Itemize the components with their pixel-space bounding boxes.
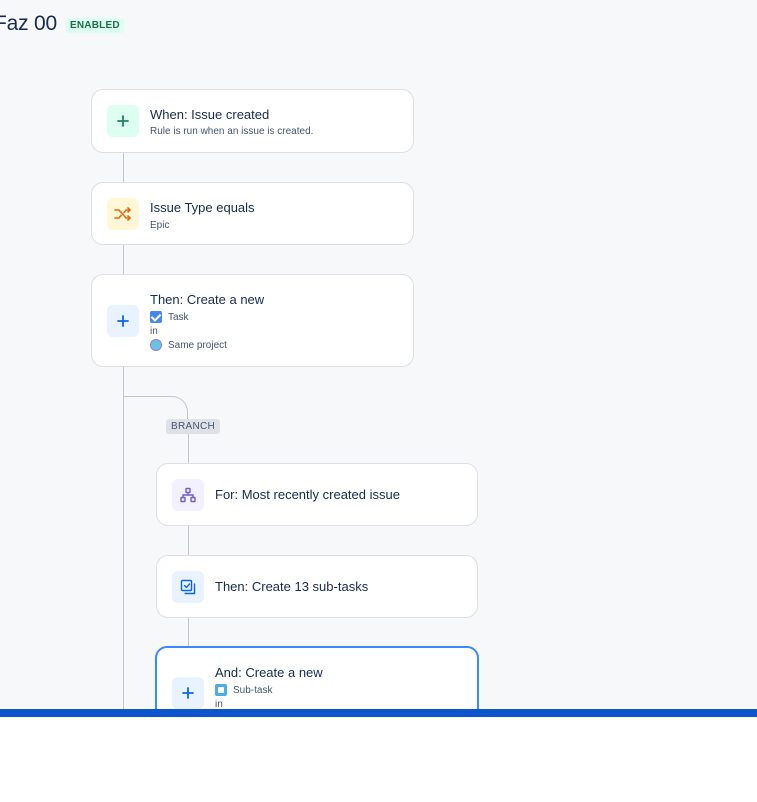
trigger-title: When: Issue created: [150, 107, 270, 122]
in-label: in: [150, 326, 158, 337]
and-create-title: And: Create a new: [215, 665, 323, 680]
trigger-subtitle: Rule is run when an issue is created.: [150, 126, 314, 137]
condition-title: Issue Type equals: [150, 200, 255, 215]
issue-type: Task: [150, 311, 189, 323]
issue-type-label: Sub-task: [233, 684, 273, 696]
issue-type-label: Task: [168, 311, 189, 323]
checklist-icon: [172, 571, 204, 603]
connector-line: [188, 617, 189, 648]
condition-subtitle: Epic: [150, 220, 170, 231]
trigger-card[interactable]: When: Issue created Rule is run when an …: [91, 89, 414, 153]
action-title: Then: Create a new: [150, 292, 265, 307]
task-icon: [150, 311, 162, 323]
project-label: Same project: [168, 339, 227, 351]
connector-line: [123, 244, 124, 275]
shuffle-icon: [107, 198, 139, 230]
action-card[interactable]: Then: Create a new Task in Same project: [91, 274, 414, 367]
and-create-card[interactable]: And: Create a new Sub-task in: [155, 646, 479, 709]
in-label: in: [215, 699, 223, 709]
bottom-bar: [0, 709, 757, 717]
for-title: For: Most recently created issue: [215, 487, 400, 502]
issue-type: Sub-task: [215, 684, 272, 696]
condition-card[interactable]: Issue Type equals Epic: [91, 182, 414, 245]
project: Same project: [150, 339, 227, 351]
rule-title: Faz 00: [0, 12, 57, 35]
subtasks-card[interactable]: Then: Create 13 sub-tasks: [156, 555, 478, 618]
connector-line: [188, 434, 189, 464]
rule-canvas: Faz 00 ENABLED BRANCH When: Issue create…: [0, 0, 757, 709]
branch-label: BRANCH: [166, 419, 221, 434]
plus-icon: [107, 305, 139, 337]
hierarchy-icon: [172, 479, 204, 511]
subtasks-title: Then: Create 13 sub-tasks: [215, 579, 369, 594]
plus-icon: [107, 105, 139, 137]
for-card[interactable]: For: Most recently created issue: [156, 463, 478, 526]
status-badge: ENABLED: [66, 18, 124, 33]
plus-icon: [172, 677, 204, 709]
connector-line: [188, 525, 189, 556]
project-avatar-icon: [150, 339, 162, 351]
subtask-icon: [215, 684, 227, 696]
connector-line: [123, 152, 124, 183]
